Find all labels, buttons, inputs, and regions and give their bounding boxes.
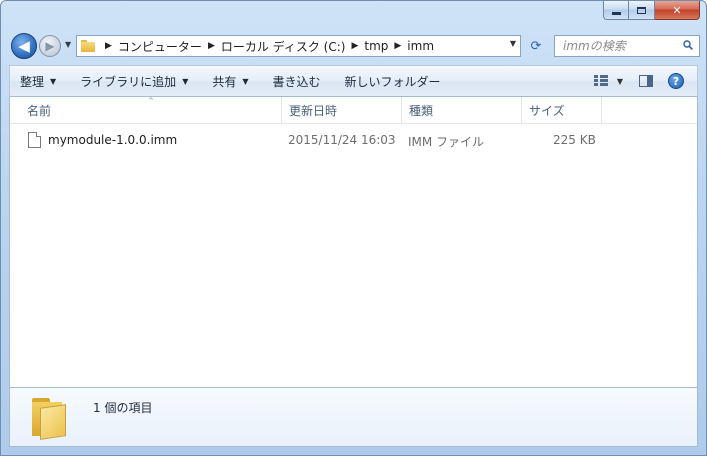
add-to-library-label: ライブラリに追加 [80,74,177,89]
file-size: 225 KB [553,133,596,147]
search-box[interactable] [554,35,700,57]
column-header-label: 種類 [409,103,434,118]
change-view-button[interactable] [589,70,615,92]
view-list-icon [593,75,610,87]
chevron-right-icon[interactable]: ▶ [394,41,401,51]
search-input[interactable] [561,38,675,54]
refresh-button[interactable]: ⟳ [525,35,547,57]
breadcrumb-local-disk[interactable]: ローカル ディスク (C:) [221,38,346,55]
new-folder-button[interactable]: 新しいフォルダー [335,69,451,93]
caption-buttons: ✕ [603,1,700,21]
details-pane: 1 個の項目 [9,387,698,447]
search-icon[interactable] [683,40,693,50]
file-date: 2015/11/24 16:03 [288,133,396,147]
back-arrow-icon: ◀ [18,37,30,55]
column-header-size[interactable]: サイズ [522,97,602,123]
file-type: IMM ファイル [408,135,485,149]
column-header-name[interactable]: 名前 [20,97,282,123]
folder-icon [81,40,95,52]
back-button[interactable]: ◀ [11,33,37,59]
share-label: 共有 [212,74,237,89]
file-list[interactable]: ^ 名前 更新日時 種類 サイズ mymodule-1.0.0.imm 2015… [9,97,698,387]
file-icon [28,132,41,148]
forward-arrow-icon: ▶ [45,39,55,53]
explorer-window: ✕ ◀ ▶ ▼ ▶ コンピューター ▶ ローカル ディスク (C:) ▶ tmp… [0,0,707,456]
organize-label: 整理 [20,74,45,89]
breadcrumb-imm[interactable]: imm [407,39,434,53]
file-row[interactable]: mymodule-1.0.0.imm 2015/11/24 16:03 IMM … [24,130,697,150]
command-bar-right: ▼ ? [589,70,689,92]
maximize-icon [637,6,646,14]
share-button[interactable]: 共有 ▼ [202,69,258,93]
burn-label: 書き込む [272,74,321,89]
address-dropdown-icon[interactable]: ▼ [510,39,516,48]
organize-button[interactable]: 整理 ▼ [10,69,66,93]
column-header-label: 更新日時 [289,103,338,118]
chevron-down-icon: ▼ [50,76,57,86]
column-header-type[interactable]: 種類 [402,97,522,123]
chevron-right-icon[interactable]: ▶ [351,41,358,51]
breadcrumb-computer[interactable]: コンピューター [118,38,202,55]
item-count: 1 個の項目 [93,401,153,415]
command-bar: 整理 ▼ ライブラリに追加 ▼ 共有 ▼ 書き込む 新しいフォルダー ▼ ? [9,65,698,97]
preview-pane-icon [639,75,653,87]
chevron-down-icon: ▼ [182,76,189,86]
minimize-icon [611,11,621,15]
chevron-right-icon[interactable]: ▶ [208,41,215,51]
help-icon: ? [668,73,684,89]
address-bar[interactable]: ▶ コンピューター ▶ ローカル ディスク (C:) ▶ tmp ▶ imm ▼ [76,35,521,57]
forward-button[interactable]: ▶ [39,35,61,57]
close-icon: ✕ [672,3,682,17]
column-header-date[interactable]: 更新日時 [282,97,402,123]
burn-button[interactable]: 書き込む [263,69,331,93]
chevron-right-icon[interactable]: ▶ [105,41,112,51]
column-header-label: 名前 [27,103,52,118]
minimize-button[interactable] [603,1,629,20]
maximize-button[interactable] [629,1,655,20]
folder-icon [30,398,74,440]
add-to-library-button[interactable]: ライブラリに追加 ▼ [70,69,198,93]
view-options-dropdown[interactable]: ▼ [617,77,623,86]
navigation-bar: ◀ ▶ ▼ ▶ コンピューター ▶ ローカル ディスク (C:) ▶ tmp ▶… [9,31,700,61]
recent-pages-dropdown[interactable]: ▼ [65,40,71,49]
column-header-row: ^ 名前 更新日時 種類 サイズ [10,97,697,124]
refresh-icon: ⟳ [530,38,542,54]
close-button[interactable]: ✕ [655,1,700,20]
help-button[interactable]: ? [663,70,689,92]
file-name: mymodule-1.0.0.imm [48,133,178,147]
column-header-label: サイズ [529,103,565,118]
new-folder-label: 新しいフォルダー [344,74,441,89]
chevron-down-icon: ▼ [242,76,249,86]
preview-pane-button[interactable] [633,70,659,92]
breadcrumb-tmp[interactable]: tmp [364,39,388,53]
